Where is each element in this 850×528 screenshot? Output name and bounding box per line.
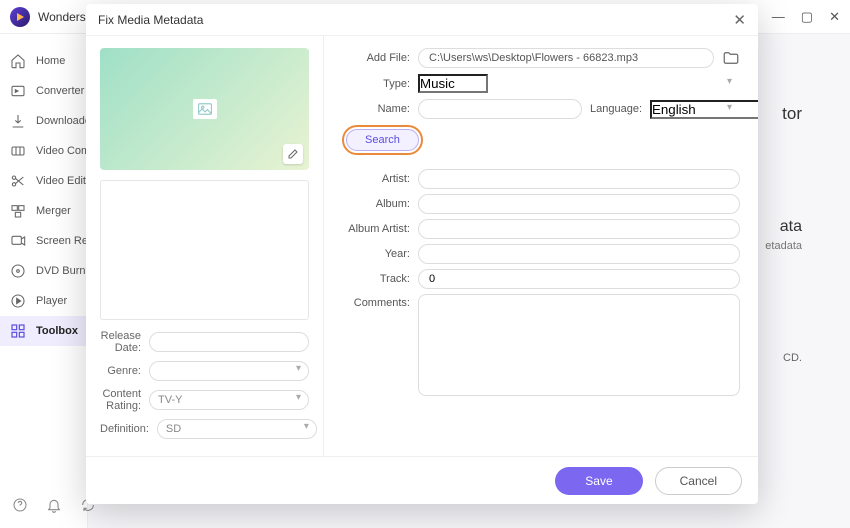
album-label: Album: — [324, 198, 418, 210]
edit-art-button[interactable] — [283, 144, 303, 164]
content-rating-label: Content Rating: — [100, 388, 149, 412]
left-pane: Release Date: Genre: Content Rating: Def… — [86, 36, 324, 456]
album-artist-input[interactable] — [418, 219, 740, 239]
artist-label: Artist: — [324, 173, 418, 185]
content-rating-select[interactable] — [149, 390, 309, 410]
add-file-label: Add File: — [324, 52, 418, 64]
album-input[interactable] — [418, 194, 740, 214]
name-label: Name: — [324, 103, 418, 115]
modal-title: Fix Media Metadata — [98, 13, 203, 27]
search-highlight: Search — [342, 125, 423, 155]
right-pane: Add File: Type: Name: Language: — [324, 36, 758, 456]
modal-overlay: Fix Media Metadata ✕ Release Date: Genre… — [0, 0, 850, 528]
comments-label: Comments: — [324, 294, 418, 309]
language-label: Language: — [582, 103, 650, 115]
artist-input[interactable] — [418, 169, 740, 189]
modal-footer: Save Cancel — [86, 456, 758, 504]
definition-select[interactable] — [157, 419, 317, 439]
year-input[interactable] — [418, 244, 740, 264]
album-artist-label: Album Artist: — [324, 223, 418, 235]
modal-header: Fix Media Metadata ✕ — [86, 4, 758, 36]
type-select[interactable] — [418, 74, 488, 93]
definition-label: Definition: — [100, 423, 157, 435]
genre-select[interactable] — [149, 361, 309, 381]
type-label: Type: — [324, 78, 418, 90]
cancel-button[interactable]: Cancel — [655, 467, 742, 495]
year-label: Year: — [324, 248, 418, 260]
save-button[interactable]: Save — [555, 467, 642, 495]
modal-fix-metadata: Fix Media Metadata ✕ Release Date: Genre… — [86, 4, 758, 504]
browse-folder-button[interactable] — [722, 49, 740, 67]
close-icon[interactable]: ✕ — [733, 11, 746, 29]
results-list[interactable] — [100, 180, 309, 320]
add-file-input[interactable] — [418, 48, 714, 68]
name-input[interactable] — [418, 99, 582, 119]
release-date-input[interactable] — [149, 332, 309, 352]
comments-input[interactable] — [418, 294, 740, 396]
release-date-label: Release Date: — [100, 330, 149, 354]
language-select[interactable] — [650, 100, 758, 119]
image-placeholder-icon — [193, 99, 217, 119]
genre-label: Genre: — [100, 365, 149, 377]
track-input[interactable] — [418, 269, 740, 289]
album-art — [100, 48, 309, 170]
track-label: Track: — [324, 273, 418, 285]
search-button[interactable]: Search — [346, 129, 419, 151]
